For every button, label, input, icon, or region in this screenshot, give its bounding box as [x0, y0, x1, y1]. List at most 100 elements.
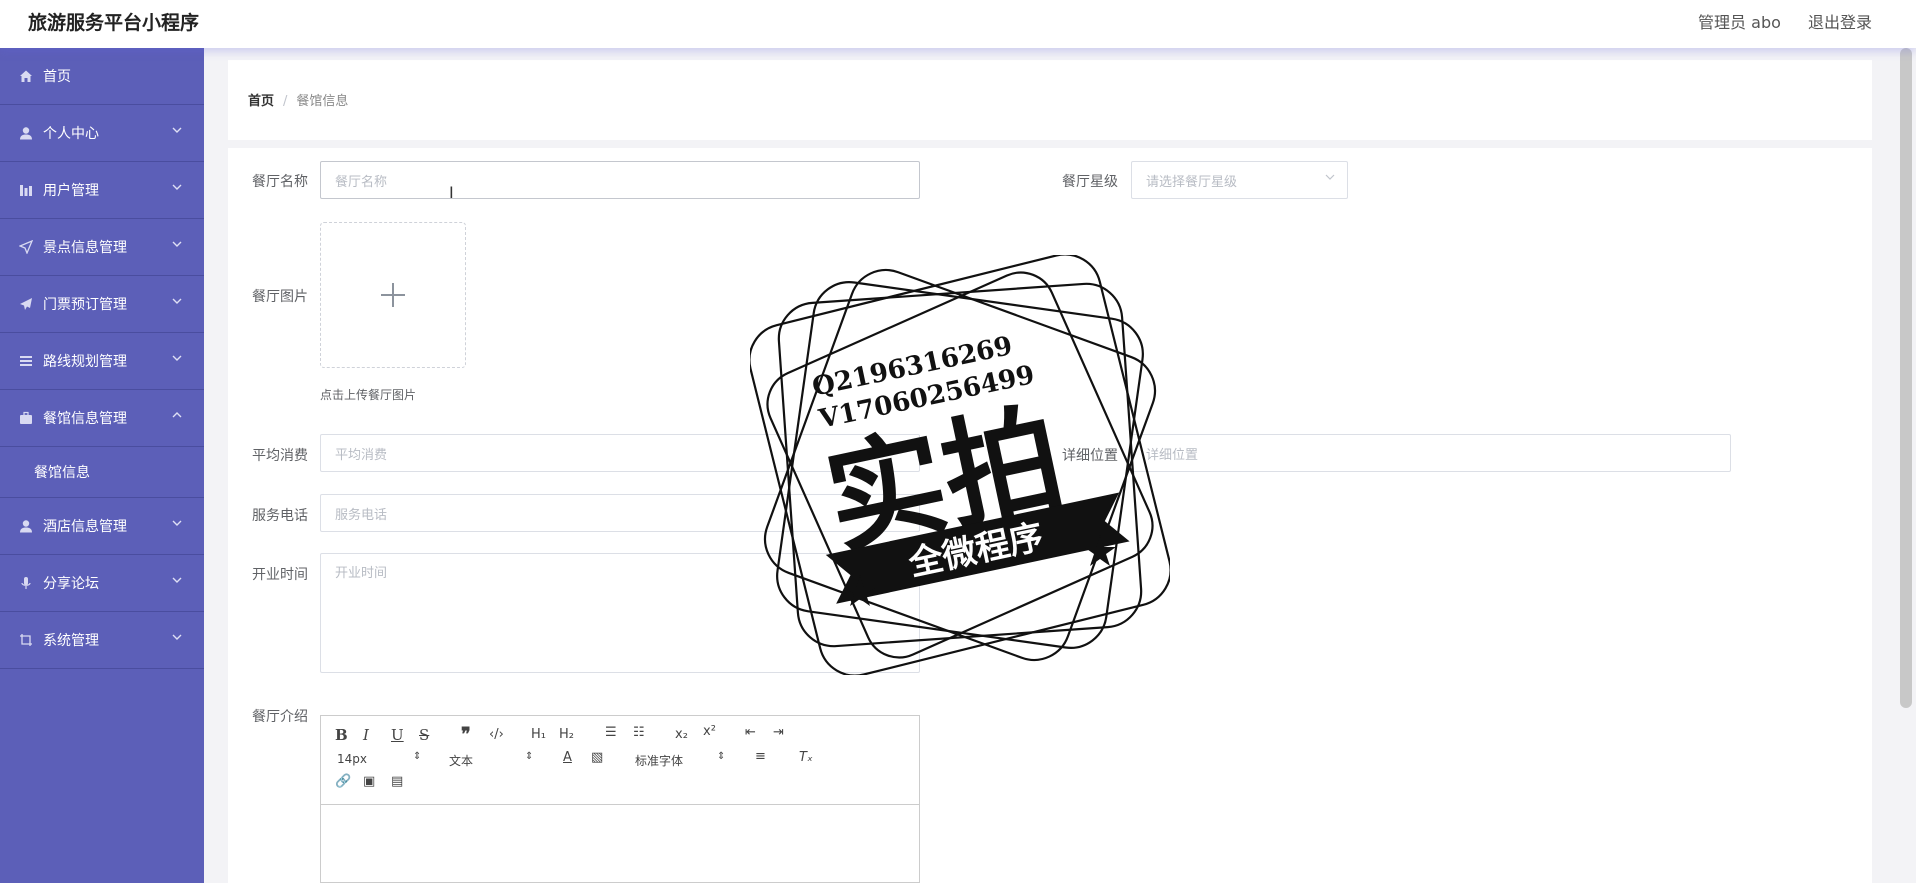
admin-user-label[interactable]: 管理员 abo [1698, 13, 1781, 32]
app-title: 旅游服务平台小程序 [28, 12, 200, 34]
chevron-down-icon [172, 574, 182, 587]
breadcrumb-card: 首页 / 餐馆信息 [228, 60, 1872, 140]
sidebar-item-label: 酒店信息管理 [43, 519, 127, 535]
chevron-down-icon [172, 124, 182, 137]
italic-icon[interactable]: I [363, 726, 369, 744]
quote-icon[interactable]: ❞ [461, 724, 471, 745]
sidebar-item-user-management[interactable]: 用户管理 [0, 162, 204, 219]
strike-icon[interactable]: S [419, 726, 429, 744]
chevron-down-icon [1325, 173, 1335, 184]
upload-hint: 点击上传餐厅图片 [320, 388, 417, 402]
image-uploader[interactable] [320, 222, 466, 368]
updown-icon: ⇕ [717, 751, 726, 762]
sidebar-item-label: 首页 [43, 69, 71, 85]
sidebar-item-home[interactable]: 首页 [0, 48, 204, 105]
user-icon [19, 126, 33, 140]
indent-icon[interactable]: ⇥ [773, 725, 784, 740]
background-color-icon[interactable]: ▧ [591, 750, 603, 765]
intro-label: 餐厅介绍 [252, 709, 308, 725]
logout-link[interactable]: 退出登录 [1808, 13, 1872, 32]
image-icon[interactable]: ▣ [363, 774, 375, 789]
hours-label: 开业时间 [252, 567, 308, 583]
sidebar-item-restaurant-management[interactable]: 餐馆信息管理 [0, 390, 204, 447]
subscript-icon[interactable]: x₂ [675, 727, 688, 742]
chart-icon [19, 183, 33, 197]
sidebar-item-label: 用户管理 [43, 183, 99, 199]
sidebar-item-personal-center[interactable]: 个人中心 [0, 105, 204, 162]
video-icon[interactable]: ▤ [391, 774, 403, 789]
chevron-down-icon [172, 352, 182, 365]
plus-icon [381, 283, 405, 307]
chevron-down-icon [172, 631, 182, 644]
sidebar-item-label: 景点信息管理 [43, 240, 127, 256]
font-family-select[interactable]: 标准字体 [635, 752, 683, 769]
ordered-list-icon[interactable]: ☰ [605, 725, 617, 740]
breadcrumb-separator: / [283, 94, 288, 109]
microphone-icon [19, 576, 33, 590]
rich-text-editor: B I U S ❞ ‹/› H₁ H₂ ☰ ☷ x₂ x² ⇤ ⇥ 14px ⇕… [320, 715, 920, 883]
sidebar-subitem-restaurant-info[interactable]: 餐馆信息 [0, 447, 204, 498]
location-input[interactable]: 详细位置 [1131, 434, 1731, 472]
h2-icon[interactable]: H₂ [559, 727, 574, 742]
sidebar-item-route-management[interactable]: 路线规划管理 [0, 333, 204, 390]
sidebar-item-label: 餐馆信息管理 [43, 411, 127, 427]
location-arrow-icon [19, 240, 33, 254]
restaurant-star-select[interactable]: 请选择餐厅星级 [1131, 161, 1348, 199]
chevron-down-icon [172, 238, 182, 251]
sidebar-item-forum[interactable]: 分享论坛 [0, 555, 204, 612]
top-bar: 旅游服务平台小程序 管理员 abo 退出登录 [0, 0, 1916, 48]
user-icon [19, 519, 33, 533]
sidebar-item-label: 系统管理 [43, 633, 99, 649]
sidebar-item-label: 分享论坛 [43, 576, 99, 592]
editor-content-area[interactable] [321, 805, 919, 883]
underline-icon[interactable]: U [391, 726, 404, 744]
chevron-up-icon [172, 409, 182, 422]
bullet-list-icon[interactable]: ☷ [633, 725, 645, 740]
name-label: 餐厅名称 [252, 174, 308, 190]
chevron-down-icon [172, 517, 182, 530]
superscript-icon[interactable]: x² [703, 724, 716, 739]
send-icon [19, 297, 33, 311]
clean-format-icon[interactable]: Tₓ [799, 750, 813, 765]
link-icon[interactable]: 🔗 [335, 774, 351, 789]
bold-icon[interactable]: B [335, 726, 348, 744]
breadcrumb-home[interactable]: 首页 [248, 94, 274, 109]
align-icon[interactable]: ≡ [755, 749, 766, 764]
updown-icon: ⇕ [413, 751, 422, 762]
outdent-icon[interactable]: ⇤ [745, 725, 756, 740]
chevron-down-icon [172, 181, 182, 194]
list-icon [19, 354, 33, 368]
sidebar-item-scenic-management[interactable]: 景点信息管理 [0, 219, 204, 276]
sidebar-item-ticket-management[interactable]: 门票预订管理 [0, 276, 204, 333]
sidebar-subitem-label: 餐馆信息 [34, 465, 90, 481]
text-cursor-icon: I [449, 183, 454, 202]
breadcrumb: 首页 / 餐馆信息 [248, 90, 348, 109]
sidebar-item-system-management[interactable]: 系统管理 [0, 612, 204, 669]
header-user-area: 管理员 abo 退出登录 [1676, 9, 1872, 33]
avg-cost-label: 平均消费 [252, 448, 308, 464]
sidebar-item-label: 门票预订管理 [43, 297, 127, 313]
code-icon[interactable]: ‹/› [489, 727, 504, 742]
star-select-placeholder: 请选择餐厅星级 [1146, 174, 1238, 190]
page-scrollbar[interactable] [1900, 48, 1912, 708]
h1-icon[interactable]: H₁ [531, 727, 546, 742]
sidebar-item-hotel-management[interactable]: 酒店信息管理 [0, 498, 204, 555]
home-icon [19, 69, 33, 83]
heading-select[interactable]: 文本 [449, 752, 473, 769]
font-color-icon[interactable]: A [563, 750, 572, 765]
crop-icon [19, 633, 33, 647]
chevron-down-icon [172, 295, 182, 308]
sidebar: 首页 个人中心 用户管理 景点信息管理 门票预订管理 路线规划管理 餐馆信息管理… [0, 48, 204, 883]
font-size-select[interactable]: 14px [337, 752, 367, 766]
sidebar-item-label: 个人中心 [43, 126, 99, 142]
briefcase-icon [19, 411, 33, 425]
updown-icon: ⇕ [525, 751, 534, 762]
breadcrumb-current: 餐馆信息 [296, 94, 349, 109]
editor-toolbar: B I U S ❞ ‹/› H₁ H₂ ☰ ☷ x₂ x² ⇤ ⇥ 14px ⇕… [321, 716, 919, 805]
sidebar-item-label: 路线规划管理 [43, 354, 127, 370]
image-label: 餐厅图片 [252, 289, 308, 305]
star-label: 餐厅星级 [1062, 174, 1118, 190]
phone-label: 服务电话 [252, 508, 308, 524]
restaurant-name-input[interactable]: 餐厅名称 [320, 161, 920, 199]
watermark-stamp: Q2196316269 V17060256499 实拍 全微程序 [750, 255, 1170, 675]
